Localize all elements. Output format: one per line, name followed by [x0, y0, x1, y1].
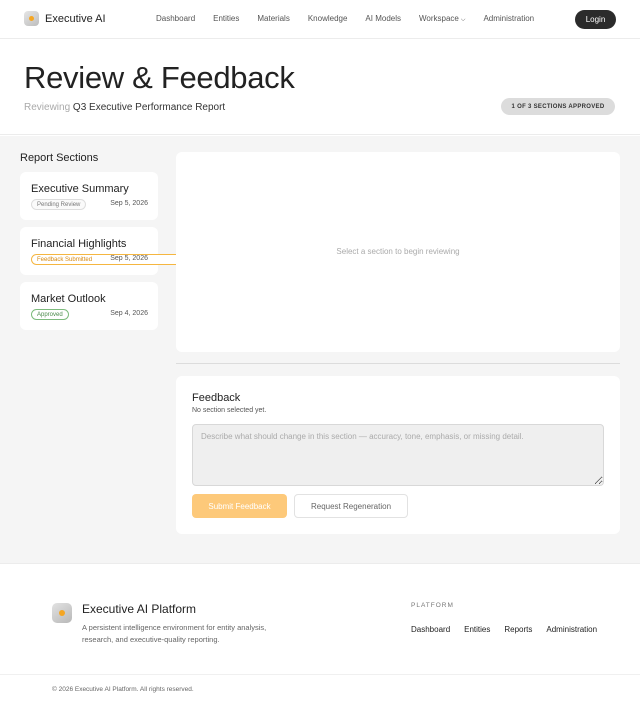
footer-link-administration[interactable]: Administration	[546, 625, 597, 634]
preview-empty-state: Select a section to begin reviewing	[336, 247, 460, 256]
request-regeneration-button[interactable]: Request Regeneration	[294, 494, 408, 518]
status-badge: Approved	[31, 309, 69, 320]
section-date: Sep 5, 2026	[110, 255, 148, 262]
top-navbar: Executive AI Dashboard Entities Material…	[0, 0, 640, 39]
page-header: Review & Feedback Reviewing Q3 Executive…	[0, 40, 640, 135]
section-title: Executive Summary	[31, 183, 129, 195]
approval-progress-badge: 1 OF 3 SECTIONS APPROVED	[501, 98, 615, 115]
section-title: Financial Highlights	[31, 238, 127, 250]
section-title: Market Outlook	[31, 293, 106, 305]
sections-heading: Report Sections	[20, 152, 99, 164]
footer-links: Dashboard Entities Reports Administratio…	[411, 625, 611, 634]
report-name: Q3 Executive Performance Report	[72, 102, 226, 113]
footer-link-dashboard[interactable]: Dashboard	[411, 625, 450, 634]
page-title: Review & Feedback	[24, 60, 295, 95]
status-badge: Pending Review	[31, 199, 87, 210]
brand-name: Executive AI	[45, 12, 106, 25]
section-card-executive-summary[interactable]: Executive Summary Pending Review Sep 5, …	[20, 172, 158, 220]
nav-link-dashboard[interactable]: Dashboard	[156, 14, 195, 24]
footer: Executive AI Platform A persistent intel…	[0, 563, 640, 705]
section-preview-panel: Select a section to begin reviewing	[176, 152, 620, 352]
nav-link-administration[interactable]: Administration	[483, 14, 534, 24]
section-card-financial-highlights[interactable]: Financial Highlights Feedback Submitted …	[20, 227, 475, 275]
feedback-panel: Feedback No section selected yet. Submit…	[176, 376, 620, 534]
feedback-textarea[interactable]	[192, 424, 604, 486]
footer-logo-icon	[52, 603, 72, 623]
nav-link-knowledge[interactable]: Knowledge	[308, 14, 348, 24]
brand-logo-icon	[24, 11, 39, 26]
nav-link-materials[interactable]: Materials	[257, 14, 289, 24]
nav-workspace-label: Workspace	[419, 14, 459, 23]
feedback-selection-status: No section selected yet.	[192, 407, 267, 414]
page-subtitle: Reviewing Q3 Executive Performance Repor…	[24, 102, 225, 113]
copyright: © 2026 Executive AI Platform. All rights…	[52, 686, 194, 693]
footer-link-entities[interactable]: Entities	[464, 625, 490, 634]
footer-column-heading: PLATFORM	[411, 602, 454, 609]
nav-links: Dashboard Entities Materials Knowledge A…	[156, 14, 552, 24]
feedback-title: Feedback	[192, 392, 241, 404]
review-workspace: Report Sections Executive Summary Pendin…	[0, 136, 640, 563]
brand[interactable]: Executive AI	[24, 11, 106, 26]
section-card-market-outlook[interactable]: Market Outlook Approved Sep 4, 2026	[20, 282, 158, 330]
divider	[176, 363, 620, 364]
nav-workspace-dropdown[interactable]: Workspace ⌵	[419, 14, 465, 24]
section-date: Sep 5, 2026	[110, 200, 148, 207]
footer-divider	[0, 674, 640, 675]
chevron-down-icon: ⌵	[460, 17, 466, 23]
footer-title: Executive AI Platform	[82, 602, 197, 616]
nav-link-ai-models[interactable]: AI Models	[365, 14, 401, 24]
footer-link-reports[interactable]: Reports	[504, 625, 532, 634]
subtitle-prefix: Reviewing	[24, 102, 71, 113]
login-button[interactable]: Login	[575, 10, 616, 29]
footer-description: A persistent intelligence environment fo…	[82, 623, 267, 644]
section-date: Sep 4, 2026	[110, 310, 148, 317]
nav-link-entities[interactable]: Entities	[213, 14, 239, 24]
submit-feedback-button[interactable]: Submit Feedback	[192, 494, 287, 518]
